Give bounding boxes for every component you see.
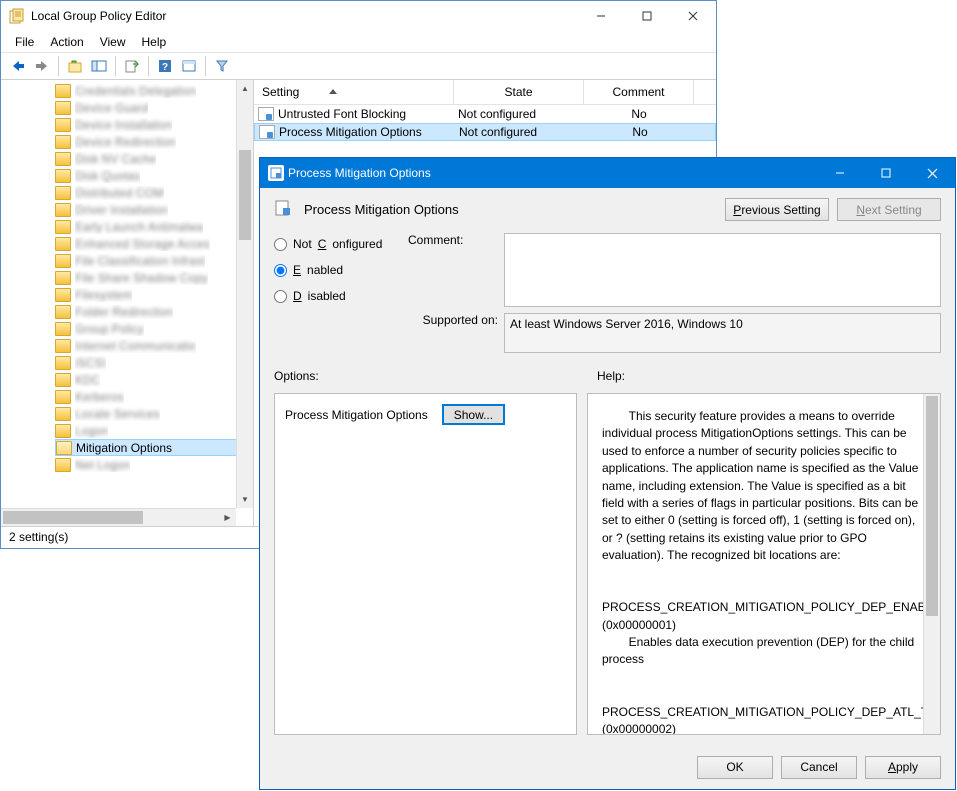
back-button[interactable] (7, 55, 29, 77)
minimize-button[interactable] (578, 1, 624, 31)
maximize-button[interactable] (624, 1, 670, 31)
filter-button[interactable] (211, 55, 233, 77)
help-text: This security feature provides a means t… (602, 408, 922, 735)
window-title: Local Group Policy Editor (31, 9, 578, 23)
tree-item-mitigation-options[interactable]: Mitigation Options (55, 439, 253, 456)
table-row[interactable]: Process Mitigation OptionsNot configured… (254, 123, 716, 141)
next-setting-button[interactable]: Next Setting (837, 198, 941, 221)
tree-vscrollbar[interactable]: ▲▼ (236, 80, 253, 508)
dialog-heading-icon (274, 199, 292, 220)
tree-item[interactable]: Enhanced Storage Acces (55, 235, 253, 252)
tree-hscrollbar[interactable]: ◀▶ (1, 508, 236, 526)
tree-item[interactable]: Device Installation (55, 116, 253, 133)
titlebar[interactable]: Local Group Policy Editor (1, 1, 716, 31)
menubar: File Action View Help (1, 31, 716, 52)
svg-text:?: ? (162, 62, 168, 73)
tree-item[interactable]: File Classification Infrast (55, 252, 253, 269)
tree-item[interactable]: Folder Redirection (55, 303, 253, 320)
show-hide-tree-button[interactable] (88, 55, 110, 77)
option-line-label: Process Mitigation Options (285, 408, 428, 422)
tree-item[interactable]: Driver Installation (55, 201, 253, 218)
show-button[interactable]: Show... (442, 404, 505, 425)
comment-label: Comment: (408, 233, 498, 247)
menu-action[interactable]: Action (42, 33, 91, 51)
radio-disabled[interactable]: Disabled (274, 289, 396, 303)
up-button[interactable] (64, 55, 86, 77)
tree-item[interactable]: KDC (55, 371, 253, 388)
tree-item[interactable]: Filesystem (55, 286, 253, 303)
close-button[interactable] (670, 1, 716, 31)
properties-button[interactable] (178, 55, 200, 77)
col-setting[interactable]: Setting (254, 80, 454, 104)
toolbar: ? (1, 52, 716, 80)
forward-button[interactable] (31, 55, 53, 77)
dialog-close-button[interactable] (909, 158, 955, 188)
help-label: Help: (597, 369, 941, 383)
menu-file[interactable]: File (7, 33, 42, 51)
help-vscrollbar[interactable] (923, 394, 940, 734)
tree-item[interactable]: Credentials Delegation (55, 82, 253, 99)
ok-button[interactable]: OK (697, 756, 773, 779)
policy-dialog: Process Mitigation Options Process Mitig… (259, 157, 956, 790)
menu-view[interactable]: View (92, 33, 134, 51)
previous-setting-button[interactable]: Previous Setting (725, 198, 829, 221)
tree-item[interactable]: Net Logon (55, 456, 253, 473)
col-state[interactable]: State (454, 80, 584, 104)
dialog-title: Process Mitigation Options (284, 166, 817, 180)
tree-pane: Credentials DelegationDevice GuardDevice… (1, 80, 254, 526)
col-comment[interactable]: Comment (584, 80, 694, 104)
tree-item[interactable]: Device Redirection (55, 133, 253, 150)
menu-help[interactable]: Help (134, 33, 175, 51)
comment-field[interactable] (504, 233, 941, 307)
dialog-maximize-button[interactable] (863, 158, 909, 188)
dialog-minimize-button[interactable] (817, 158, 863, 188)
tree-item[interactable]: Disk Quotas (55, 167, 253, 184)
options-panel: Process Mitigation Options Show... (274, 393, 577, 735)
help-icon[interactable]: ? (154, 55, 176, 77)
cancel-button[interactable]: Cancel (781, 756, 857, 779)
options-label: Options: (274, 369, 577, 383)
dialog-titlebar[interactable]: Process Mitigation Options (260, 158, 955, 188)
export-button[interactable] (121, 55, 143, 77)
app-icon (9, 8, 25, 24)
supported-field (504, 313, 941, 353)
tree-item[interactable]: Early Launch Antimalwa (55, 218, 253, 235)
tree-item[interactable]: Distributed COM (55, 184, 253, 201)
table-row[interactable]: Untrusted Font BlockingNot configuredNo (254, 105, 716, 123)
tree-item[interactable]: File Share Shadow Copy (55, 269, 253, 286)
tree-item[interactable]: iSCSI (55, 354, 253, 371)
tree-item[interactable]: Locale Services (55, 405, 253, 422)
supported-label: Supported on: (408, 313, 498, 327)
tree-item[interactable]: Disk NV Cache (55, 150, 253, 167)
help-panel: This security feature provides a means t… (587, 393, 941, 735)
tree-item[interactable]: Device Guard (55, 99, 253, 116)
radio-not-configured[interactable]: Not Configured (274, 237, 396, 251)
radio-enabled[interactable]: Enabled (274, 263, 396, 277)
tree-item[interactable]: Group Policy (55, 320, 253, 337)
dialog-heading: Process Mitigation Options (300, 202, 717, 217)
apply-button[interactable]: Apply (865, 756, 941, 779)
tree-item[interactable]: Internet Communicatio (55, 337, 253, 354)
dialog-icon (268, 165, 284, 181)
tree-item[interactable]: Kerberos (55, 388, 253, 405)
tree-item[interactable]: Logon (55, 422, 253, 439)
